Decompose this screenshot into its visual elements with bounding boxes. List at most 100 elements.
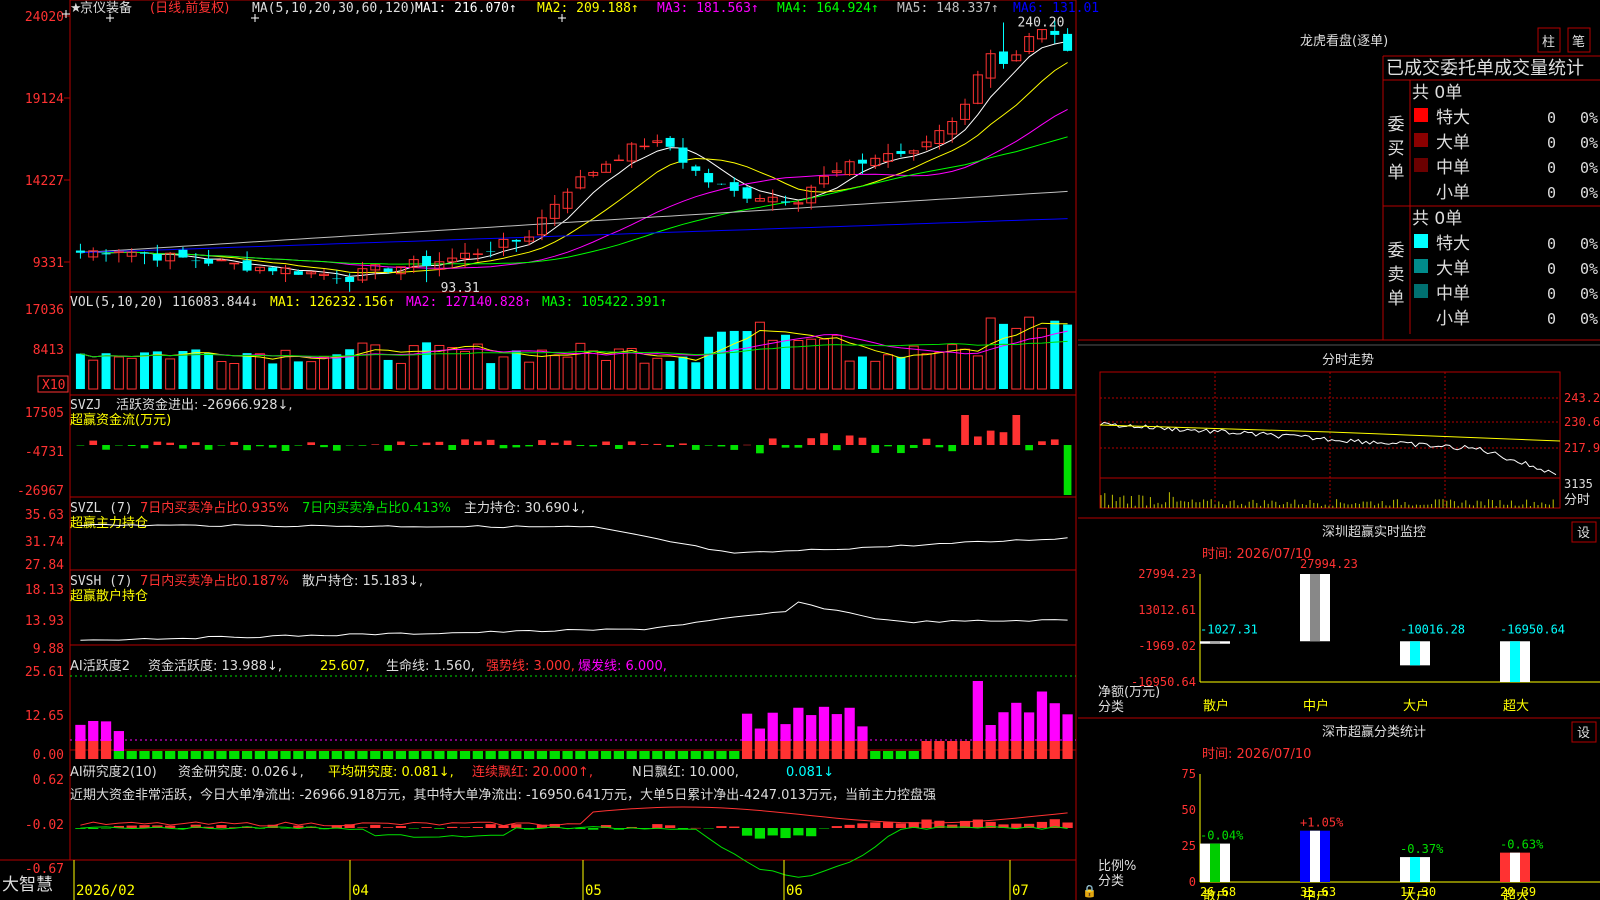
order-row-label: 中单 [1436, 284, 1470, 304]
candle-body [691, 166, 701, 171]
ai-base-bar [177, 751, 189, 759]
stock-name[interactable]: 京仪装备 [80, 0, 132, 16]
ai-base-bar [498, 751, 509, 759]
svzj-bar [1012, 415, 1021, 445]
vol-bar [831, 334, 842, 390]
ai-base-bar [241, 751, 253, 759]
monitor-value-label: 27994.23 [1300, 557, 1358, 571]
monitor-xlabel: 分类 [1098, 700, 1124, 715]
monitor-y-tick: -1969.02 [1138, 639, 1196, 653]
vol-bar [575, 342, 586, 390]
ai-base-bar [1036, 741, 1048, 759]
ai-base-bar [959, 741, 971, 759]
ma-header: MA(5,10,20,30,60,120) [252, 1, 416, 16]
low-price-label: 93.31 [441, 281, 480, 296]
candle-body [678, 147, 688, 163]
order-row-count: 0 [1547, 310, 1556, 328]
ai-activity: 资金活跃度: 13.988↓, [148, 658, 282, 674]
svzj-bar [474, 441, 482, 445]
stats-y-tick: 50 [1182, 803, 1196, 817]
ai2-bar [665, 825, 676, 828]
candle-body [216, 259, 227, 262]
stats-value-label: 17.30 [1400, 885, 1436, 899]
order-row-count: 0 [1547, 109, 1556, 127]
svzj-bar [140, 445, 149, 449]
stats-bar-highlight [1310, 830, 1320, 882]
chart-mode: (日线,前复权) [150, 0, 229, 16]
svzj-bar [115, 445, 123, 446]
vol-bar [268, 363, 278, 389]
candle-body [999, 51, 1008, 64]
ai2-bar [357, 827, 368, 828]
monitor-value-label: -10016.28 [1400, 622, 1465, 636]
intraday-y-tick: 230.6 [1564, 415, 1600, 429]
ai-base-bar [88, 741, 99, 759]
intraday-title: 分时走势 [1322, 352, 1374, 368]
ai-active-bar [1049, 703, 1060, 741]
svzj-bar [691, 445, 700, 450]
stock-chart-canvas[interactable]: 2402019124142279331240.2093.31★京仪装备 (日线,前… [0, 0, 1600, 900]
svzj-bar [858, 437, 867, 445]
vol-header: VOL(5,10,20) [70, 295, 164, 310]
svzj-bar [756, 445, 764, 454]
order-row-label: 特大 [1436, 234, 1470, 254]
ai2-bar [806, 828, 817, 837]
vol-bar [229, 362, 240, 390]
vol-bar [652, 357, 663, 390]
ai-burst: 爆发线: 6.000, [578, 658, 667, 674]
vol-bar [549, 355, 560, 390]
ai-active-bar [972, 681, 983, 741]
ai2-bar [729, 826, 740, 828]
svzj-bar [717, 445, 726, 447]
order-row-pct: 0% [1580, 285, 1598, 303]
vol-bar [113, 356, 124, 390]
candle-body [178, 249, 188, 258]
monitor-bar-highlight [1510, 641, 1520, 682]
svsh-line [80, 601, 1068, 641]
vol-bar [844, 360, 855, 390]
ai-base-bar [562, 751, 573, 759]
svzj-bar [204, 445, 213, 450]
ai2-bar [844, 824, 855, 828]
order-side-char: 委 [1388, 115, 1405, 135]
ai-base-bar [741, 741, 753, 759]
vol-bar [422, 342, 432, 389]
svzj-bar [961, 415, 969, 445]
ai2-bar [485, 824, 496, 828]
order-row-pct: 0% [1580, 235, 1598, 253]
ai2-bar [741, 828, 753, 836]
ma-value-6: MA6: 131.01 [1013, 1, 1099, 16]
ai-life: 生命线: 1.560, [386, 658, 475, 674]
ai-base-bar [75, 741, 86, 759]
vol-bar [140, 352, 149, 389]
order-row-pct: 0% [1580, 109, 1598, 127]
svzj-bar [358, 445, 367, 446]
svzj-y-tick: 17505 [25, 406, 64, 421]
ai-base-bar [331, 751, 342, 759]
order-swatch [1414, 133, 1428, 147]
svzj-bar [538, 440, 546, 445]
ai2-bar [818, 828, 830, 829]
svzj-bar [294, 445, 303, 446]
vol-bar [254, 353, 265, 390]
ai2-bar [921, 819, 932, 828]
ai-base-bar [600, 751, 612, 759]
vol-bar [716, 331, 726, 389]
vol-bar [588, 350, 599, 390]
svzj-bar [653, 443, 662, 445]
order-row-label: 中单 [1436, 158, 1470, 178]
ai-base-bar [344, 751, 355, 759]
svzj-bar [550, 442, 559, 445]
vol-bar [1011, 327, 1022, 390]
svzj-bar [268, 445, 277, 448]
svzj-bar [845, 435, 854, 445]
order-side-char: 单 [1388, 163, 1405, 183]
ai-active-bar [100, 721, 112, 741]
ai-base-bar [357, 751, 368, 759]
vol-bar [896, 356, 906, 389]
ai-base-bar [806, 741, 817, 759]
ai-active-bar [806, 715, 817, 741]
order-total: 共 0单 [1412, 209, 1462, 229]
order-row-label: 大单 [1436, 133, 1470, 153]
monitor-y-tick: 13012.61 [1138, 603, 1196, 617]
